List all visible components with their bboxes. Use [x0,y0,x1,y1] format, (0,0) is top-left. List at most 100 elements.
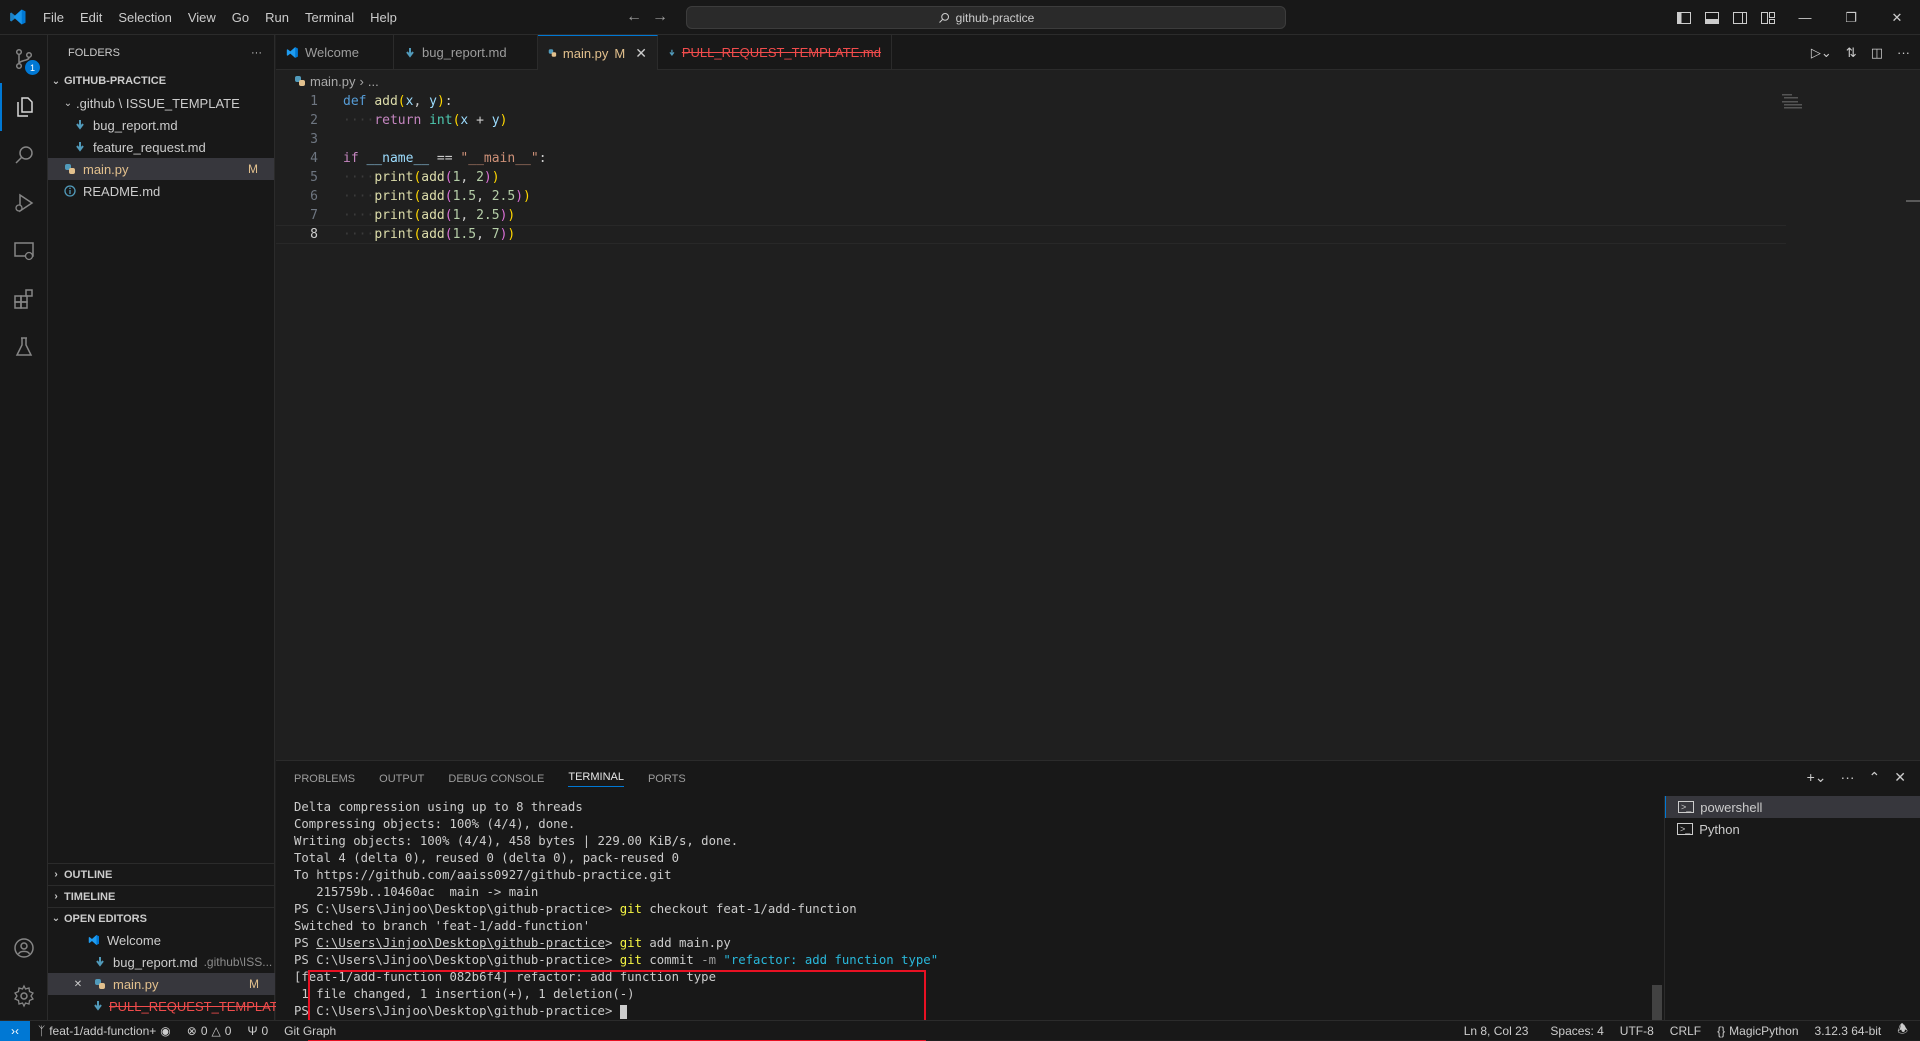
branch-indicator[interactable]: ᛉ feat-1/add-function+ ◉ [30,1024,179,1038]
folder-issue-template[interactable]: ⌄ .github \ ISSUE_TEMPLATE [48,92,274,114]
minimap[interactable] [1780,92,1820,122]
chevron-down-icon: ⌄ [51,913,61,924]
restore-icon[interactable]: ❐ [1828,0,1874,35]
tab-ports[interactable]: PORTS [648,773,686,785]
menu-go[interactable]: Go [224,0,257,35]
tab-terminal[interactable]: TERMINAL [568,771,624,787]
breadcrumb-file[interactable]: main.py [310,74,356,89]
menu-edit[interactable]: Edit [72,0,110,35]
line-number: 1 [310,94,318,109]
extensions-icon[interactable] [0,275,48,323]
remote-indicator-icon[interactable]: ›‹ [0,1020,30,1041]
toggle-secondary-sidebar-icon[interactable] [1726,0,1754,35]
menu-help[interactable]: Help [362,0,405,35]
folder-label: .github \ ISSUE_TEMPLATE [76,95,240,111]
menu-file[interactable]: File [35,0,72,35]
customize-layout-icon[interactable] [1754,0,1782,35]
markdown-file-icon [92,998,104,1014]
timeline-section[interactable]: › TIMELINE [48,885,275,907]
run-python-file-icon[interactable]: ▷⌄ [1811,45,1832,61]
ports-indicator[interactable]: Ψ 0 [239,1024,276,1038]
forward-arrow-icon[interactable]: → [652,8,668,26]
code-editor[interactable]: 1 def add(x, y): 2 ····return int(x + y)… [276,92,1920,760]
cursor-position[interactable]: Ln 8, Col 23 [1456,1024,1543,1038]
end-of-line[interactable]: CRLF [1662,1024,1709,1038]
editor-tabs: Welcome bug_report.md main.py M ✕ PULL_R… [276,35,1920,70]
file-bug-report[interactable]: bug_report.md [48,114,274,136]
back-arrow-icon[interactable]: ← [626,8,642,26]
account-icon[interactable] [0,924,48,972]
menu-selection[interactable]: Selection [110,0,179,35]
close-icon[interactable]: ✕ [70,979,86,990]
code-line: 3 [276,130,1920,149]
folder-root[interactable]: ⌄ GITHUB-PRACTICE [48,70,274,92]
git-graph-button[interactable]: Git Graph [276,1024,344,1038]
python-interpreter[interactable]: 3.12.3 64-bit [1807,1024,1890,1038]
indentation[interactable]: Spaces: 4 [1542,1024,1611,1038]
notifications-bell-icon[interactable]: 🕭 [1889,1020,1920,1041]
language-mode[interactable]: {} MagicPython [1709,1024,1806,1038]
breadcrumb-symbol[interactable]: ... [368,74,379,89]
file-readme[interactable]: README.md [48,180,274,202]
file-label: PULL_REQUEST_TEMPLATE... [109,998,298,1014]
terminal-command: git [619,902,642,916]
terminal-scrollbar[interactable] [1652,985,1662,1021]
problems-indicator[interactable]: ⊗ 0 △ 0 [179,1024,240,1038]
run-debug-icon[interactable] [0,179,48,227]
scrollbar-marker [1906,200,1920,202]
new-terminal-icon[interactable]: +⌄ [1807,769,1827,786]
tab-main-py[interactable]: main.py M ✕ [538,35,658,70]
open-editor-pr-template[interactable]: PULL_REQUEST_TEMPLATE... [48,995,297,1017]
toggle-panel-icon[interactable] [1698,0,1726,35]
maximize-panel-icon[interactable]: ⌃ [1869,769,1881,786]
source-control-badge: 1 [25,60,40,75]
more-actions-icon[interactable]: ··· [1841,769,1855,786]
file-label: bug_report.md [93,117,178,133]
command-center-search[interactable]: github-practice [686,6,1286,29]
testing-icon[interactable] [0,323,48,371]
menu-terminal[interactable]: Terminal [297,0,362,35]
terminal-prompt-path[interactable]: C:\Users\Jinjoo\Desktop\github-practice [316,936,605,950]
compare-changes-icon[interactable]: ⇅ [1846,45,1857,61]
vscode-logo-icon [0,0,35,35]
explorer-icon[interactable] [0,83,48,131]
outline-section[interactable]: › OUTLINE [48,863,275,885]
radio-tower-icon: Ψ [247,1023,258,1038]
sync-icon[interactable]: ◉ [160,1024,170,1038]
source-control-icon[interactable]: 1 [0,35,48,83]
more-actions-icon[interactable]: ··· [1897,45,1910,60]
menu-run[interactable]: Run [257,0,297,35]
terminal-entry-powershell[interactable]: >_ powershell [1665,796,1920,818]
encoding[interactable]: UTF-8 [1612,1024,1662,1038]
ports-count: 0 [261,1023,269,1038]
close-window-icon[interactable]: ✕ [1874,0,1920,35]
remote-explorer-icon[interactable] [0,227,48,275]
tab-welcome[interactable]: Welcome [276,35,394,70]
search-sidebar-icon[interactable] [0,131,48,179]
close-panel-icon[interactable]: ✕ [1894,769,1906,786]
toggle-primary-sidebar-icon[interactable] [1670,0,1698,35]
file-main-py[interactable]: main.py M [48,158,274,180]
terminal-entry-python[interactable]: >_ Python [1665,818,1920,840]
close-tab-icon[interactable]: ✕ [635,45,647,62]
open-editor-welcome[interactable]: Welcome [48,929,275,951]
more-actions-icon[interactable]: ··· [251,47,262,59]
chevron-right-icon: › [54,869,58,880]
open-editor-bug-report[interactable]: bug_report.md .github\ISS... [48,951,275,973]
tab-pr-template[interactable]: PULL_REQUEST_TEMPLATE.md [658,35,892,70]
file-feature-request[interactable]: feature_request.md [48,136,274,158]
minimize-icon[interactable]: — [1782,0,1828,35]
tab-output[interactable]: OUTPUT [379,773,424,785]
open-editors-section[interactable]: ⌄ OPEN EDITORS [48,907,275,929]
terminal-line: PS C:\Users\Jinjoo\Desktop\github-practi… [294,936,731,950]
settings-gear-icon[interactable] [0,972,48,1020]
activity-bar: 1 [0,35,48,1020]
tab-problems[interactable]: PROBLEMS [294,773,355,785]
terminal-output[interactable]: Delta compression using up to 8 threads … [294,799,1654,1041]
tab-label: Welcome [305,45,359,60]
tab-bug-report[interactable]: bug_report.md [394,35,538,70]
tab-debug-console[interactable]: DEBUG CONSOLE [448,773,544,785]
open-editor-main-py[interactable]: ✕ main.py M [48,973,275,995]
split-editor-icon[interactable]: ◫ [1871,45,1883,61]
menu-view[interactable]: View [180,0,224,35]
